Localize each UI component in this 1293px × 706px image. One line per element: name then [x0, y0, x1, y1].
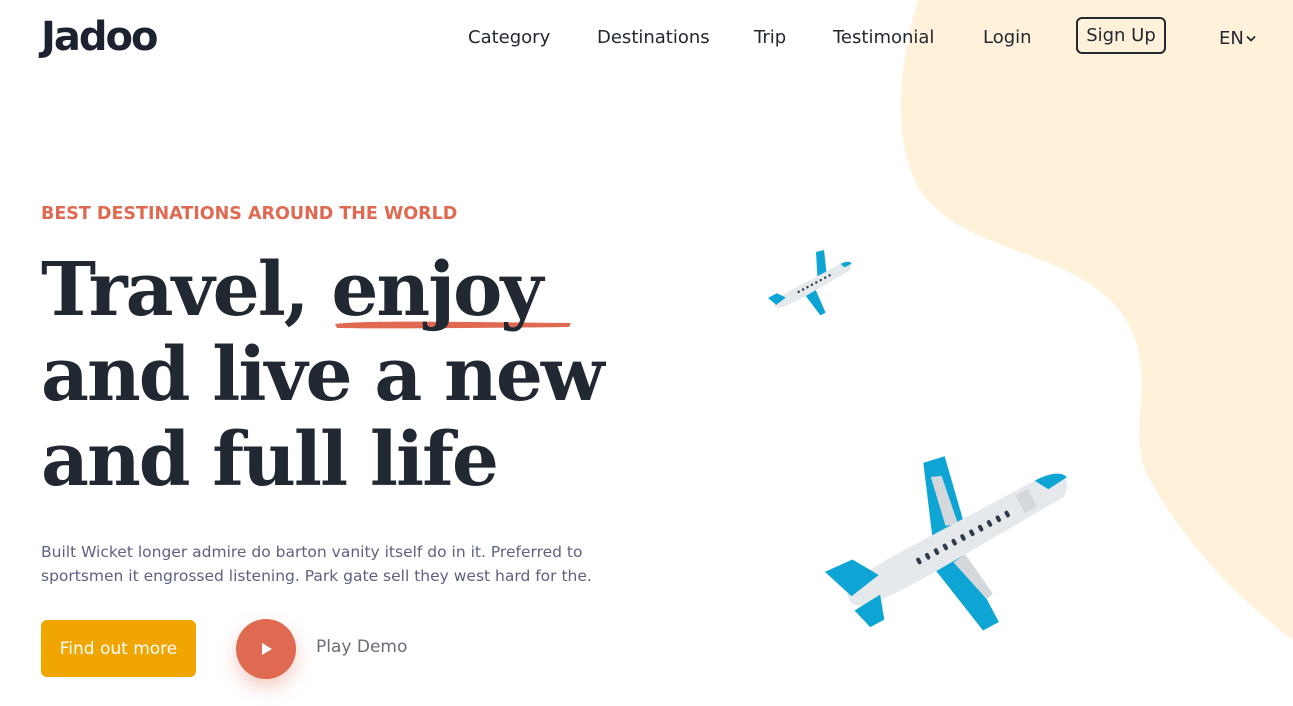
play-demo-button[interactable] — [236, 619, 296, 679]
nav-destinations[interactable]: Destinations — [597, 27, 710, 48]
find-out-more-button[interactable]: Find out more — [41, 620, 196, 677]
nav-trip[interactable]: Trip — [754, 27, 786, 48]
play-demo-label[interactable]: Play Demo — [316, 637, 407, 657]
headline-enjoy-text: enjoy — [331, 247, 543, 333]
hero-headline: Travel, enjoy and live a new and full li… — [41, 248, 605, 503]
headline-word-enjoy: enjoy — [331, 247, 572, 333]
landing-page: Jadoo Category Destinations Trip Testimo… — [0, 0, 1293, 706]
hero-eyebrow: BEST DESTINATIONS AROUND THE WORLD — [41, 204, 458, 224]
nav-testimonial[interactable]: Testimonial — [833, 27, 934, 48]
language-selector[interactable]: EN — [1219, 28, 1256, 49]
hero-description: Built Wicket longer admire do barton van… — [41, 543, 592, 585]
small-plane-illustration — [767, 250, 852, 316]
language-label: EN — [1219, 28, 1244, 49]
play-icon — [262, 643, 272, 655]
large-plane-illustration — [824, 456, 1068, 631]
nav-login[interactable]: Login — [983, 27, 1032, 48]
headline-line-3: and full life — [41, 417, 499, 503]
headline-line-2: and live a new — [41, 332, 605, 418]
chevron-down-icon — [1246, 35, 1256, 41]
nav-category[interactable]: Category — [468, 27, 550, 48]
headline-line-1: Travel, enjoy — [41, 248, 603, 333]
headline-word-travel: Travel, — [41, 247, 332, 333]
signup-button[interactable]: Sign Up — [1076, 17, 1166, 54]
brand-logo[interactable]: Jadoo — [41, 14, 158, 60]
